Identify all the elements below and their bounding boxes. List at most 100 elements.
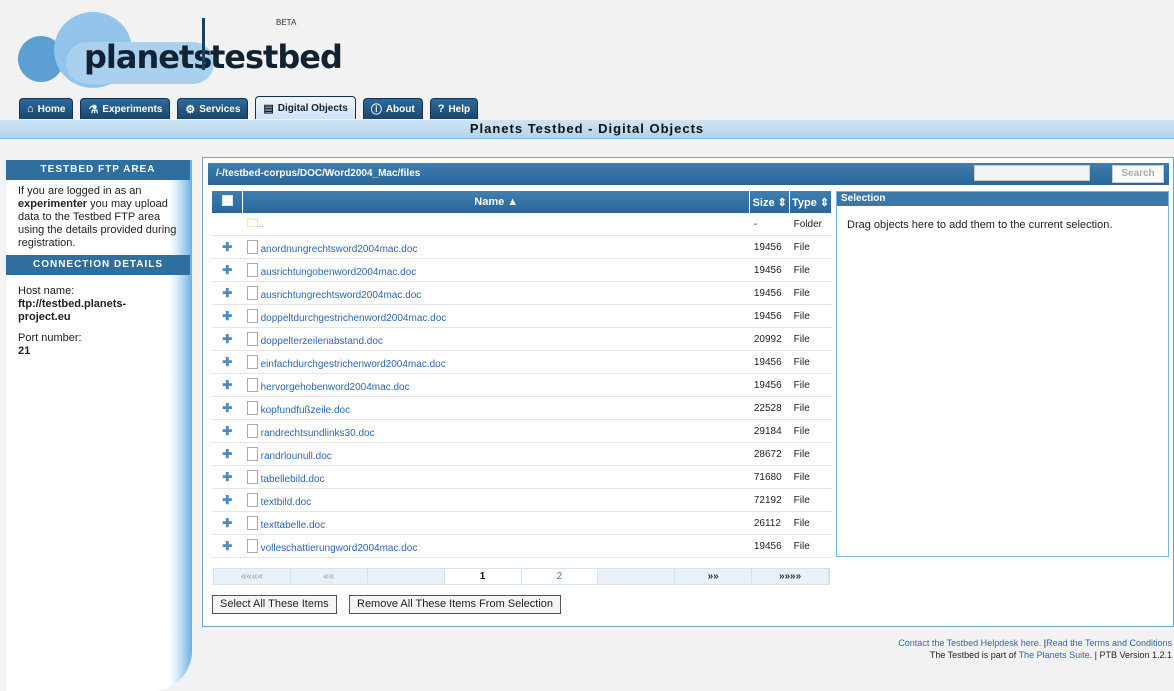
parent-folder-cell[interactable]: 🗀.. — [242, 213, 750, 236]
file-name-cell[interactable]: einfachdurchgestrichenword2004mac.doc — [242, 350, 750, 374]
tab-about[interactable]: ⓘ About — [362, 98, 423, 119]
add-to-selection-icon[interactable]: ✚ — [222, 378, 232, 392]
file-name-link[interactable]: ausrichtungobenword2004mac.doc — [261, 267, 417, 278]
file-row[interactable]: ✚ hervorgehobenword2004mac.doc 19456 File — [212, 373, 832, 397]
add-to-selection-icon[interactable]: ✚ — [222, 401, 232, 415]
file-row[interactable]: ✚ texttabelle.doc 26112 File — [212, 511, 832, 535]
file-row[interactable]: ✚ anordnungrechtsword2004mac.doc 19456 File — [212, 235, 832, 259]
add-cell[interactable]: ✚ — [212, 465, 243, 489]
add-cell[interactable]: ✚ — [212, 511, 243, 535]
file-name-cell[interactable]: ausrichtungrechtsword2004mac.doc — [242, 281, 750, 305]
file-row[interactable]: ✚ kopfundfußzeile.doc 22528 File — [212, 396, 832, 420]
add-to-selection-icon[interactable]: ✚ — [222, 447, 232, 461]
add-cell[interactable]: ✚ — [212, 327, 243, 351]
add-to-selection-icon[interactable]: ✚ — [222, 493, 232, 507]
file-row[interactable]: ✚ ausrichtungrechtsword2004mac.doc 19456 Fi… — [212, 281, 832, 305]
add-to-selection-icon[interactable]: ✚ — [222, 263, 232, 277]
file-name-cell[interactable]: ausrichtungobenword2004mac.doc — [242, 258, 750, 282]
terms-link[interactable]: Read the Terms and Conditions — [1046, 638, 1172, 648]
add-to-selection-icon[interactable]: ✚ — [222, 424, 232, 438]
page-1-button[interactable]: 1 — [444, 569, 522, 584]
add-cell[interactable]: ✚ — [212, 350, 243, 374]
file-name-link[interactable]: volleschattierungword2004mac.doc — [261, 543, 418, 554]
file-name-cell[interactable]: tabellebild.doc — [242, 465, 750, 489]
tab-home[interactable]: ⌂ Home — [19, 98, 74, 119]
add-cell[interactable]: ✚ — [212, 281, 243, 305]
prev-page-button[interactable]: «« — [291, 569, 368, 584]
add-cell[interactable]: ✚ — [212, 442, 243, 466]
add-cell[interactable]: ✚ — [212, 373, 243, 397]
remove-all-items-button[interactable]: Remove All These Items From Selection — [349, 595, 562, 614]
add-to-selection-icon[interactable]: ✚ — [222, 332, 232, 346]
select-all-items-button[interactable]: Select All These Items — [212, 595, 337, 614]
file-name-link[interactable]: randrlounull.doc — [261, 451, 332, 462]
file-name-link[interactable]: tabellebild.doc — [261, 474, 325, 485]
add-to-selection-icon[interactable]: ✚ — [222, 539, 232, 553]
last-page-button[interactable]: »»»» — [752, 569, 829, 584]
parent-folder-name[interactable]: .. — [259, 219, 265, 230]
search-button[interactable]: Search — [1112, 165, 1164, 183]
file-name-cell[interactable]: randrlounull.doc — [242, 442, 750, 466]
add-cell[interactable]: ✚ — [212, 488, 243, 512]
file-name-cell[interactable]: doppelterzeilenabstand.doc — [242, 327, 750, 351]
add-to-selection-icon[interactable]: ✚ — [222, 309, 232, 323]
file-name-link[interactable]: randrechtsundlinks30.doc — [261, 428, 375, 439]
helpdesk-link[interactable]: Contact the Testbed Helpdesk here. — [898, 638, 1041, 648]
add-cell[interactable]: ✚ — [212, 304, 243, 328]
file-name-cell[interactable]: volleschattierungword2004mac.doc — [242, 534, 750, 558]
file-row[interactable]: ✚ randrechtsundlinks30.doc 29184 File — [212, 419, 832, 443]
page-2-button[interactable]: 2 — [521, 569, 599, 584]
file-name-cell[interactable]: hervorgehobenword2004mac.doc — [242, 373, 750, 397]
next-page-button[interactable]: »» — [675, 569, 753, 584]
add-cell[interactable]: ✚ — [212, 396, 243, 420]
file-name-cell[interactable]: kopfundfußzeile.doc — [242, 396, 750, 420]
home-icon: ⌂ — [27, 103, 34, 115]
file-row[interactable]: ✚ volleschattierungword2004mac.doc 19456 Fi… — [212, 534, 832, 558]
select-all-checkbox[interactable] — [221, 195, 233, 206]
file-name-cell[interactable]: doppeltdurchgestrichenword2004mac.doc — [242, 304, 750, 328]
tab-experiments[interactable]: ⚗ Experiments — [80, 98, 171, 119]
file-name-link[interactable]: texttabelle.doc — [261, 520, 326, 531]
file-name-cell[interactable]: texttabelle.doc — [242, 511, 750, 535]
file-name-link[interactable]: anordnungrechtsword2004mac.doc — [261, 244, 418, 255]
file-row[interactable]: ✚ randrlounull.doc 28672 File — [212, 442, 832, 466]
file-row[interactable]: ✚ einfachdurchgestrichenword2004mac.doc 19… — [212, 350, 832, 374]
port-number-label: Port number: — [18, 332, 82, 344]
size-column-header[interactable]: Size ⇕ — [749, 191, 791, 213]
file-name-cell[interactable]: anordnungrechtsword2004mac.doc — [242, 235, 750, 259]
selection-box[interactable]: Selection Drag objects here to add them … — [836, 191, 1169, 557]
name-column-header[interactable]: Name ▲ — [242, 191, 751, 213]
file-name-link[interactable]: hervorgehobenword2004mac.doc — [261, 382, 410, 393]
add-cell[interactable]: ✚ — [212, 258, 243, 282]
file-name-link[interactable]: einfachdurchgestrichenword2004mac.doc — [261, 359, 446, 370]
file-name-cell[interactable]: textbild.doc — [242, 488, 750, 512]
file-row[interactable]: ✚ ausrichtungobenword2004mac.doc 19456 File — [212, 258, 832, 282]
add-to-selection-icon[interactable]: ✚ — [222, 286, 232, 300]
add-cell[interactable]: ✚ — [212, 419, 243, 443]
add-cell[interactable]: ✚ — [212, 534, 243, 558]
file-row[interactable]: ✚ tabellebild.doc 71680 File — [212, 465, 832, 489]
add-cell[interactable]: ✚ — [212, 235, 243, 259]
file-row[interactable]: ✚ doppeltdurchgestrichenword2004mac.doc 19… — [212, 304, 832, 328]
type-column-header[interactable]: Type ⇕ — [789, 191, 832, 213]
tab-help[interactable]: ? Help — [429, 98, 479, 119]
search-input[interactable] — [974, 165, 1090, 181]
tab-services[interactable]: ⚙ Services — [177, 98, 249, 119]
add-to-selection-icon[interactable]: ✚ — [222, 240, 232, 254]
add-to-selection-icon[interactable]: ✚ — [222, 355, 232, 369]
file-name-cell[interactable]: randrechtsundlinks30.doc — [242, 419, 750, 443]
first-page-button[interactable]: «««« — [214, 569, 291, 584]
file-name-link[interactable]: ausrichtungrechtsword2004mac.doc — [261, 290, 422, 301]
parent-folder-row[interactable]: 🗀.. - Folder — [212, 213, 832, 236]
file-row[interactable]: ✚ doppelterzeilenabstand.doc 20992 File — [212, 327, 832, 351]
file-name-link[interactable]: kopfundfußzeile.doc — [261, 405, 351, 416]
file-row[interactable]: ✚ textbild.doc 72192 File — [212, 488, 832, 512]
file-name-link[interactable]: textbild.doc — [261, 497, 312, 508]
add-to-selection-icon[interactable]: ✚ — [222, 470, 232, 484]
file-name-link[interactable]: doppelterzeilenabstand.doc — [261, 336, 383, 347]
select-all-column[interactable] — [212, 191, 244, 213]
planets-suite-link[interactable]: The Planets Suite — [1019, 650, 1090, 660]
add-to-selection-icon[interactable]: ✚ — [222, 516, 232, 530]
file-name-link[interactable]: doppeltdurchgestrichenword2004mac.doc — [261, 313, 447, 324]
tab-digital-objects[interactable]: ▤ Digital Objects — [255, 96, 356, 119]
